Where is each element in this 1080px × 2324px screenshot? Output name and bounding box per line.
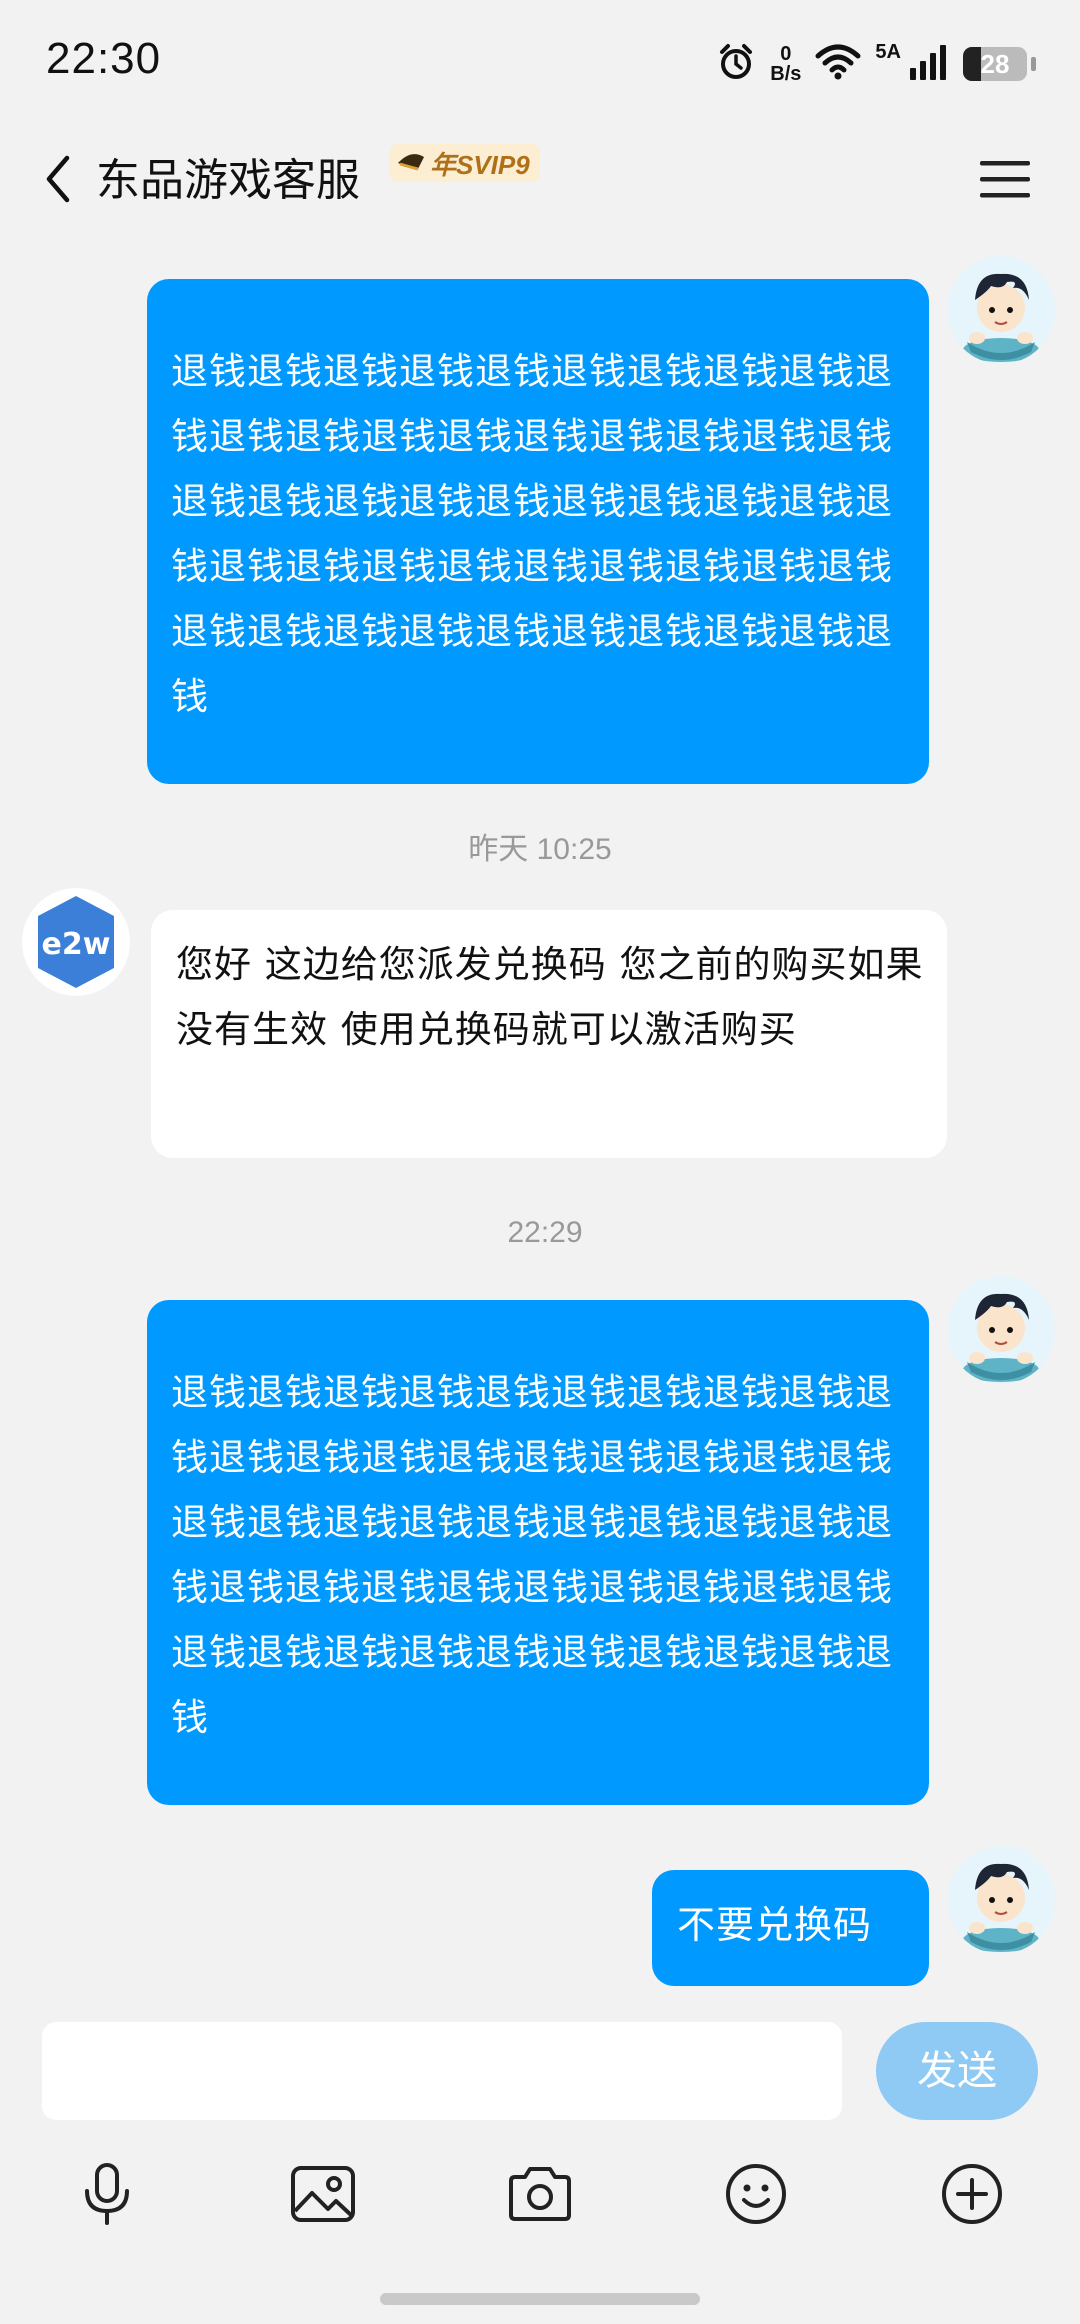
- home-indicator[interactable]: [380, 2293, 700, 2305]
- message-bubble-outgoing[interactable]: 不要兑换码: [652, 1870, 929, 1986]
- network-speed-value: 0: [780, 43, 792, 65]
- battery-level-text: 28: [980, 49, 1010, 79]
- emoji-button[interactable]: [716, 2156, 796, 2236]
- compose-bar: 发送: [0, 2006, 1080, 2324]
- back-button[interactable]: [28, 146, 88, 216]
- service-avatar-text: e2w: [42, 927, 111, 962]
- user-avatar[interactable]: [947, 256, 1055, 364]
- status-time: 22:30: [46, 34, 162, 83]
- chevron-left-icon: [43, 154, 73, 208]
- message-text: 您好 这边给您派发兑换码 您之前的购买如果没有生效 使用兑换码就可以激活购买: [176, 943, 924, 1051]
- emoji-icon: [724, 2162, 788, 2230]
- message-bubble-incoming[interactable]: 您好 这边给您派发兑换码 您之前的购买如果没有生效 使用兑换码就可以激活购买: [151, 910, 947, 1158]
- voice-button[interactable]: [67, 2156, 147, 2236]
- status-icons: 0 B/s 5A 28: [716, 40, 1036, 88]
- chat-title[interactable]: 东品游戏客服: [96, 146, 360, 216]
- signal-icon: [909, 44, 949, 84]
- camera-icon: [507, 2165, 573, 2227]
- plus-icon: [940, 2162, 1004, 2230]
- compose-toolbar: [0, 2156, 1080, 2236]
- vip-badge-label: 年SVIP9: [430, 149, 530, 180]
- message-timestamp: 22:29: [507, 1216, 583, 1249]
- camera-button[interactable]: [500, 2156, 580, 2236]
- menu-button[interactable]: [976, 152, 1034, 210]
- message-list[interactable]: 退钱退钱退钱退钱退钱退钱退钱退钱退钱退钱退钱退钱退钱退钱退钱退钱退钱退钱退钱退钱…: [0, 236, 1080, 2006]
- battery-tip: [1031, 57, 1036, 71]
- network-speed-unit: B/s: [770, 63, 802, 85]
- hamburger-icon: [980, 159, 1030, 203]
- user-avatar[interactable]: [947, 1276, 1055, 1384]
- more-button[interactable]: [932, 2156, 1012, 2236]
- message-input[interactable]: [42, 2022, 842, 2120]
- gallery-button[interactable]: [283, 2156, 363, 2236]
- user-avatar[interactable]: [947, 1846, 1055, 1954]
- microphone-icon: [79, 2163, 135, 2229]
- status-bar: 22:30 0 B/s 5A 28: [0, 0, 1080, 128]
- message-bubble-outgoing[interactable]: 退钱退钱退钱退钱退钱退钱退钱退钱退钱退钱退钱退钱退钱退钱退钱退钱退钱退钱退钱退钱…: [147, 1300, 929, 1805]
- chat-header: 东品游戏客服: [0, 128, 1080, 236]
- vip-badge[interactable]: 年SVIP9: [390, 144, 540, 182]
- vip-hat-icon: [396, 147, 426, 180]
- battery-indicator: 28: [963, 47, 1027, 81]
- service-avatar[interactable]: e2w: [22, 888, 130, 996]
- network-type-label: 5A: [875, 40, 901, 63]
- send-button[interactable]: 发送: [876, 2022, 1038, 2120]
- message-timestamp: 昨天 10:25: [468, 833, 612, 866]
- message-bubble-outgoing[interactable]: 退钱退钱退钱退钱退钱退钱退钱退钱退钱退钱退钱退钱退钱退钱退钱退钱退钱退钱退钱退钱…: [147, 279, 929, 784]
- message-text: 不要兑换码: [677, 1903, 873, 1947]
- image-icon: [290, 2165, 356, 2227]
- message-text: 退钱退钱退钱退钱退钱退钱退钱退钱退钱退钱退钱退钱退钱退钱退钱退钱退钱退钱退钱退钱…: [171, 350, 893, 718]
- wifi-icon: [815, 44, 861, 84]
- network-speed: 0 B/s: [770, 44, 801, 84]
- message-text: 退钱退钱退钱退钱退钱退钱退钱退钱退钱退钱退钱退钱退钱退钱退钱退钱退钱退钱退钱退钱…: [171, 1371, 893, 1739]
- alarm-icon: [716, 42, 756, 86]
